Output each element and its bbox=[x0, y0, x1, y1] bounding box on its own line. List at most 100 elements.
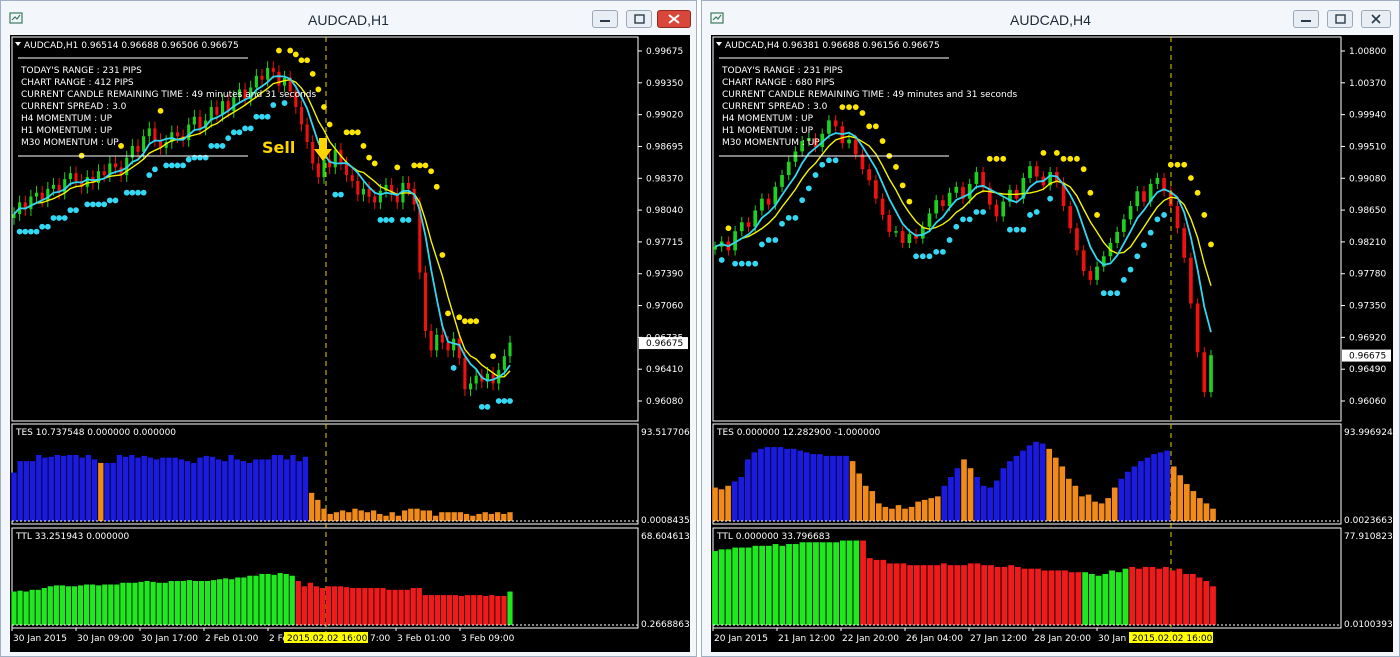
ttl-bar bbox=[813, 542, 819, 625]
candle-body bbox=[198, 116, 202, 129]
ttl-bar bbox=[180, 581, 186, 625]
ttl-bar bbox=[718, 549, 725, 625]
candle-body bbox=[1115, 231, 1120, 243]
ttl-bar bbox=[974, 563, 981, 625]
ttl-bar bbox=[398, 589, 404, 625]
resistance-dot bbox=[309, 70, 316, 77]
tes-bar bbox=[1072, 485, 1079, 521]
support-dot bbox=[39, 223, 46, 230]
ttl-bar bbox=[29, 589, 35, 625]
candle-body bbox=[974, 172, 979, 184]
tes-bar bbox=[401, 510, 408, 521]
time-label: 2 Feb 01:00 bbox=[205, 634, 259, 644]
resistance-dot bbox=[354, 129, 361, 136]
resistance-dot bbox=[433, 183, 440, 190]
ttl-bar bbox=[483, 595, 489, 625]
tes-bar bbox=[85, 455, 92, 521]
tes-bar bbox=[823, 455, 830, 521]
support-dot bbox=[980, 209, 987, 215]
resistance-dot bbox=[1053, 149, 1060, 156]
support-dot bbox=[123, 189, 130, 196]
tes-bar bbox=[91, 459, 98, 521]
candle-body bbox=[361, 188, 366, 195]
support-dot bbox=[50, 215, 57, 221]
info-line: CURRENT CANDLE REMAINING TIME : 49 minut… bbox=[21, 90, 316, 100]
ttl-bar bbox=[1021, 568, 1028, 625]
chevron-down-icon bbox=[15, 42, 21, 46]
tes-bar bbox=[228, 455, 234, 521]
ttl-max-label: 68.604613 bbox=[641, 532, 690, 542]
candle-body bbox=[468, 383, 473, 390]
window-titlebar[interactable]: AUDCAD,H4 bbox=[702, 1, 1399, 35]
ttl-bar bbox=[356, 588, 362, 625]
support-dot bbox=[973, 209, 980, 215]
tes-bar bbox=[1177, 475, 1184, 521]
resistance-dot bbox=[1080, 166, 1087, 173]
ttl-bar bbox=[1109, 570, 1115, 625]
chart-area[interactable]: 1.00800 1.00370 0.99940 0.99510 0.99080 0.986… bbox=[711, 35, 1393, 652]
tes-bar bbox=[751, 452, 758, 521]
support-dot bbox=[73, 207, 79, 214]
candle-body bbox=[1001, 201, 1006, 217]
tes-bar bbox=[738, 477, 745, 521]
tes-bar bbox=[42, 457, 48, 521]
ttl-bar bbox=[1183, 573, 1189, 625]
support-dot bbox=[230, 129, 237, 136]
ttl-bar bbox=[392, 589, 398, 625]
support-dot bbox=[759, 241, 765, 248]
ttl-bar bbox=[465, 595, 471, 625]
tes-histogram bbox=[11, 455, 513, 521]
ttl-bar bbox=[283, 573, 289, 625]
ttl-bar bbox=[880, 559, 887, 625]
resistance-dot bbox=[349, 129, 356, 136]
minimize-icon bbox=[1301, 20, 1311, 22]
minimize-button[interactable] bbox=[1293, 10, 1319, 28]
ttl-bar bbox=[126, 582, 132, 625]
ttl-bar bbox=[162, 582, 168, 625]
sell-label: Sell bbox=[262, 138, 295, 157]
candle-body bbox=[356, 180, 360, 195]
close-button[interactable] bbox=[657, 10, 691, 28]
restore-button[interactable] bbox=[1327, 10, 1353, 28]
tes-bar bbox=[889, 508, 895, 521]
tes-bar bbox=[915, 501, 921, 521]
candle-body bbox=[429, 330, 433, 351]
tes-bar bbox=[470, 515, 476, 521]
ttl-bar bbox=[900, 563, 907, 625]
tes-bar bbox=[948, 477, 954, 521]
chart-area[interactable]: 0.99675 0.99350 0.99020 0.98695 0.98370 0.980… bbox=[10, 35, 690, 652]
ttl-bar bbox=[53, 585, 59, 625]
ttl-bar bbox=[1088, 573, 1095, 625]
support-dot bbox=[738, 260, 745, 267]
candle-body bbox=[1209, 355, 1213, 393]
ttl-bar bbox=[1001, 566, 1008, 625]
resistance-dot bbox=[993, 155, 1000, 162]
window-titlebar[interactable]: AUDCAD,H1 bbox=[1, 1, 696, 35]
minimize-button[interactable] bbox=[592, 10, 618, 28]
resistance-dot bbox=[1074, 155, 1080, 162]
tes-bar bbox=[941, 485, 948, 521]
time-label: 26 Jan 04:00 bbox=[906, 634, 963, 644]
info-line: CHART RANGE : 412 PIPS bbox=[21, 78, 134, 88]
tes-bar bbox=[116, 455, 123, 521]
tes-bar bbox=[1183, 484, 1190, 521]
close-button[interactable] bbox=[1361, 10, 1391, 28]
tes-bar bbox=[110, 462, 116, 521]
tes-bar bbox=[135, 457, 141, 521]
chart-window-audcad-h4[interactable]: AUDCAD,H4 1.00800 1.00370 0.99940 0.99510 0.… bbox=[701, 0, 1400, 657]
tes-bar bbox=[980, 485, 987, 521]
ttl-bar bbox=[826, 542, 833, 625]
restore-button[interactable] bbox=[626, 10, 652, 28]
ttl-bar bbox=[839, 540, 846, 625]
tes-bar bbox=[463, 513, 470, 521]
tes-bar bbox=[718, 489, 725, 521]
chart-window-audcad-h1[interactable]: AUDCAD,H1 0.99675 0.99350 0.99020 0.98695 0.… bbox=[0, 0, 697, 657]
ttl-bar bbox=[1176, 568, 1183, 625]
candle-body bbox=[102, 171, 106, 176]
tes-bar bbox=[1000, 468, 1007, 521]
support-dot bbox=[28, 228, 34, 235]
support-dot bbox=[805, 185, 812, 192]
support-dot bbox=[247, 125, 254, 132]
tes-bar bbox=[1033, 441, 1039, 521]
ttl-bar bbox=[907, 565, 914, 625]
